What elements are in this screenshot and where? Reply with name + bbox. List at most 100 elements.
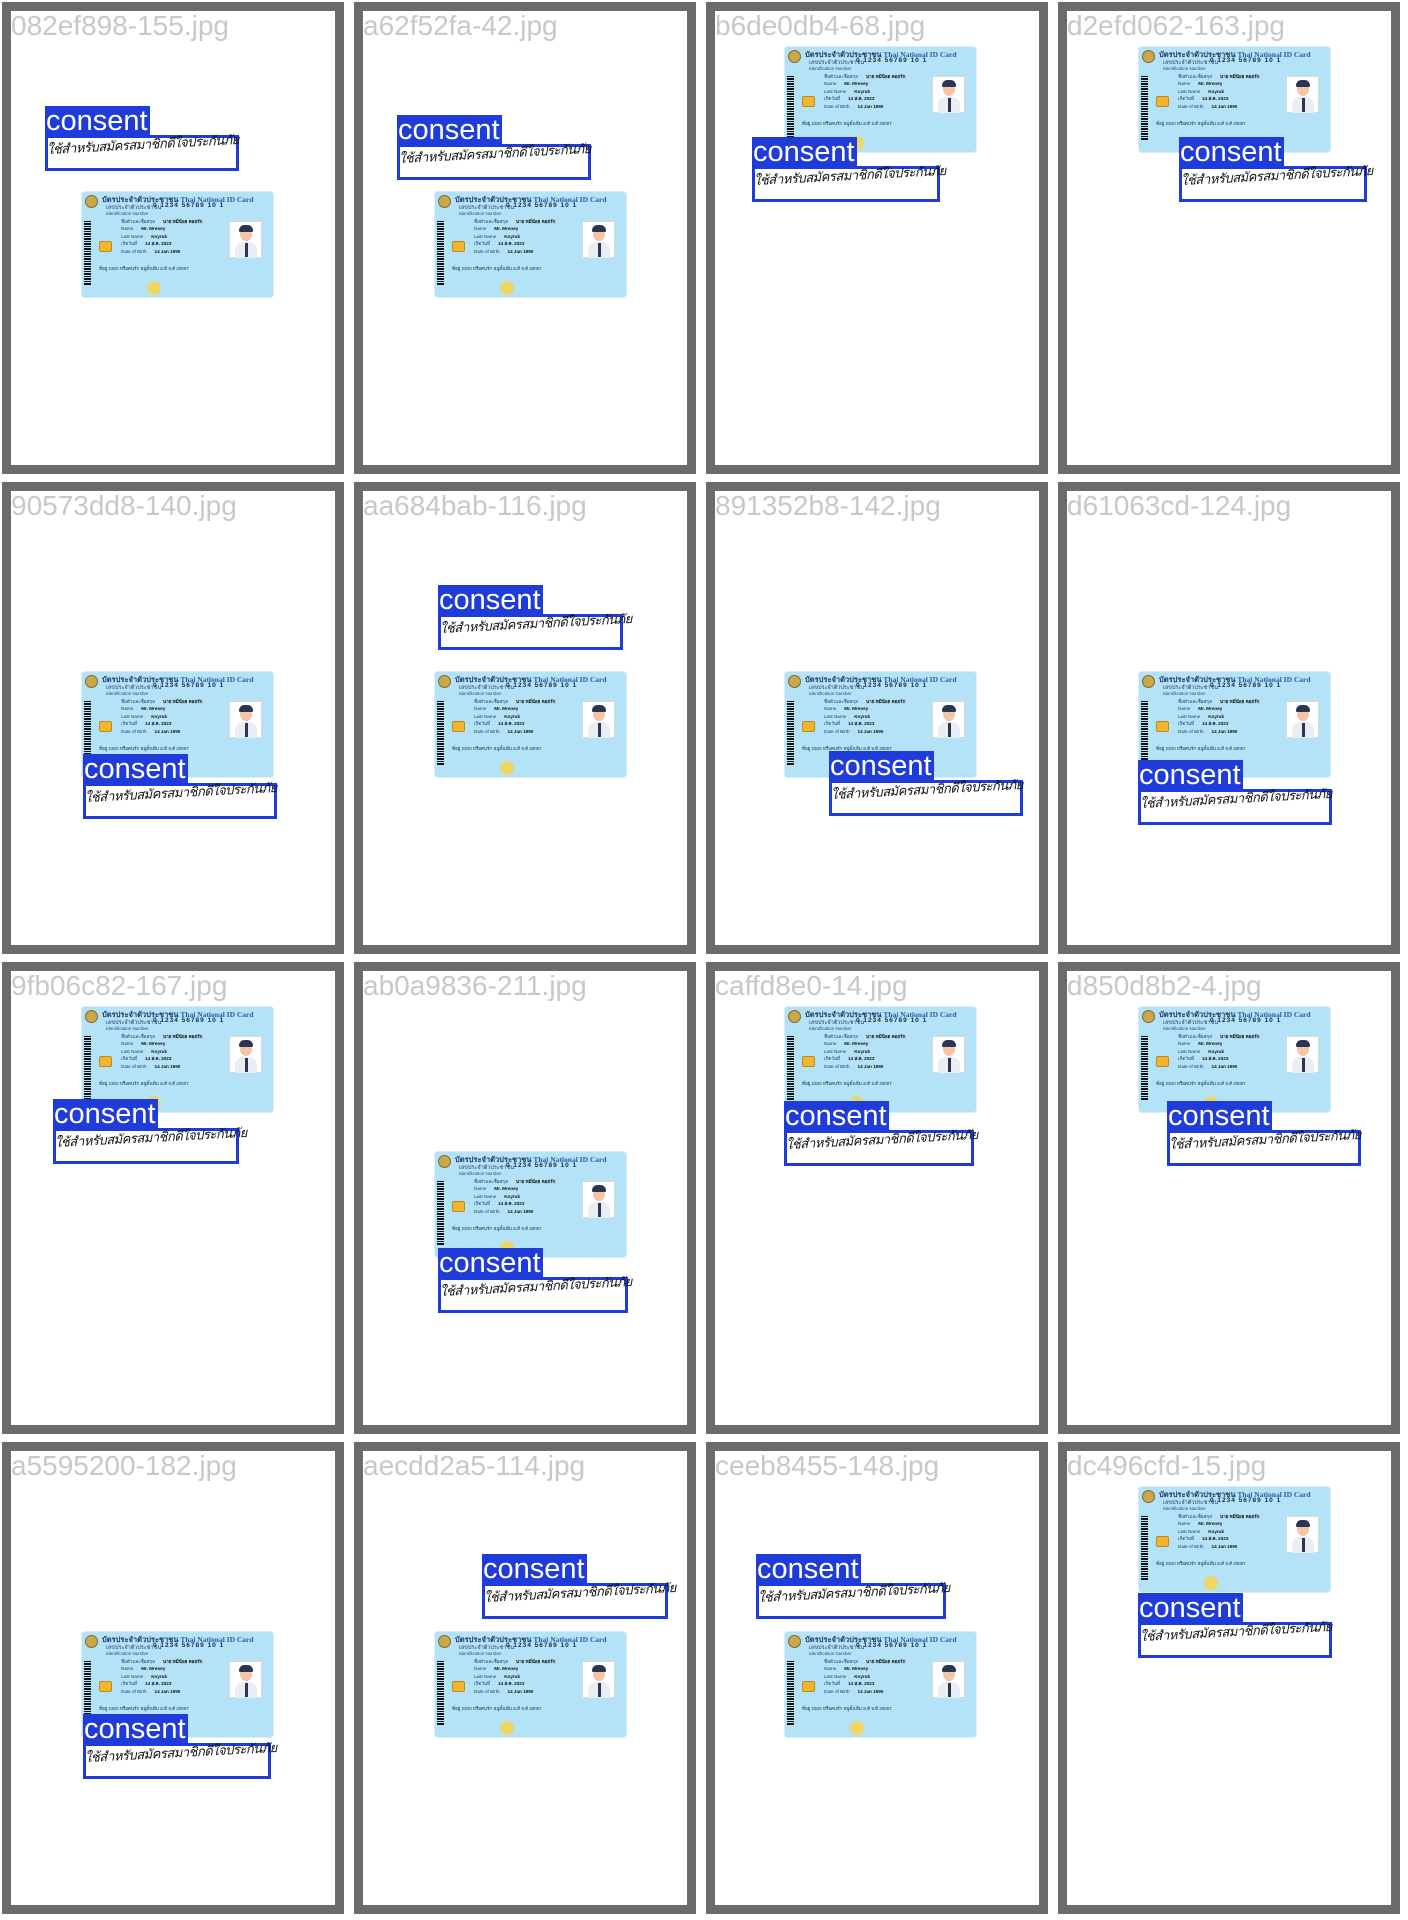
image-grid: บัตรประจำตัวประชาชน Thai National ID Car…	[0, 0, 1408, 1920]
card-field-label: ชื่อตัวและชื่อสกุล	[474, 699, 508, 704]
id-number-label-en: Identification Number	[106, 1651, 149, 1656]
image-tile[interactable]: บัตรประจำตัวประชาชน Thai National ID Car…	[354, 962, 696, 1434]
thai-id-card: บัตรประจำตัวประชาชน Thai National ID Car…	[784, 1631, 977, 1738]
id-number: 0 1234 56789 10 1	[856, 1017, 928, 1024]
card-field-label: Name	[824, 81, 837, 87]
card-field: เกิดวันที่ 14 ส.ค. 2023	[474, 720, 574, 727]
card-field-value: นาย หมีน้อย คอยรัก	[1219, 1514, 1260, 1519]
id-number-label-en: Identification Number	[1163, 1506, 1206, 1511]
portrait-hair	[592, 705, 606, 712]
card-fields: ชื่อตัวและชื่อสกุล นาย หมีน้อย คอยรัก Name…	[121, 1033, 221, 1070]
card-field: ชื่อตัวและชื่อสกุล นาย หมีน้อย คอยรัก	[824, 1033, 924, 1040]
portrait-photo	[1286, 76, 1319, 113]
card-field: Name Mr. Mreoey	[121, 1040, 221, 1047]
card-field: Name Mr. Mreoey	[824, 705, 924, 712]
card-address: ที่อยู่ 2300 หรือคนรัก หมู่ดั้งเดิม อ.ดี…	[99, 746, 189, 751]
card-field-label: Last Name	[1178, 1048, 1201, 1054]
card-field-value: 14 Jan 1990	[154, 1688, 181, 1694]
garuda-emblem-icon	[1142, 1010, 1155, 1023]
card-field: ชื่อตัวและชื่อสกุล นาย หมีน้อย คอยรัก	[474, 1658, 574, 1665]
card-field-value: นาย หมีน้อย คอยรัก	[162, 1659, 203, 1664]
card-field: Name Mr. Mreoey	[121, 705, 221, 712]
card-field-label: Date of Birth	[824, 103, 850, 109]
image-tile[interactable]: บัตรประจำตัวประชาชน Thai National ID Car…	[1058, 482, 1400, 954]
image-tile[interactable]: บัตรประจำตัวประชาชน Thai National ID Car…	[1058, 1442, 1400, 1914]
card-field: Last Name Koyruk	[121, 1673, 221, 1680]
image-tile[interactable]: บัตรประจำตัวประชาชน Thai National ID Car…	[354, 1442, 696, 1914]
id-number-label-en: Identification Number	[459, 1171, 502, 1176]
card-field-label: ชื่อตัวและชื่อสกุล	[1178, 74, 1212, 79]
consent-label: consent	[784, 1100, 889, 1132]
card-field-label: เกิดวันที่	[824, 96, 841, 102]
image-tile[interactable]: บัตรประจำตัวประชาชน Thai National ID Car…	[354, 2, 696, 474]
card-field-label: เกิดวันที่	[121, 721, 138, 727]
card-field-value: Koyruk	[1208, 88, 1225, 94]
image-tile[interactable]: บัตรประจำตัวประชาชน Thai National ID Car…	[2, 962, 344, 1434]
portrait-photo	[229, 1036, 262, 1073]
portrait-hair	[942, 1040, 956, 1047]
card-field-value: 14 ส.ค. 2023	[1202, 96, 1229, 102]
image-tile[interactable]: บัตรประจำตัวประชาชน Thai National ID Car…	[354, 482, 696, 954]
image-tile[interactable]: บัตรประจำตัวประชาชน Thai National ID Car…	[706, 1442, 1048, 1914]
card-field-label: Name	[474, 1186, 487, 1192]
image-tile[interactable]: บัตรประจำตัวประชาชน Thai National ID Car…	[2, 1442, 344, 1914]
id-number: 0 1234 56789 10 1	[153, 202, 225, 209]
card-field: Name Mr. Mreoey	[474, 1665, 574, 1672]
card-field-label: Last Name	[121, 713, 144, 719]
garuda-emblem-icon	[788, 50, 801, 63]
card-field-value: 14 Jan 1990	[507, 1688, 534, 1694]
card-field-value: 14 Jan 1990	[507, 248, 534, 254]
image-tile[interactable]: บัตรประจำตัวประชาชน Thai National ID Car…	[706, 2, 1048, 474]
card-field-value: 14 ส.ค. 2023	[145, 1681, 172, 1687]
card-field-value: Mr. Mreoey	[844, 81, 869, 87]
thai-id-card: บัตรประจำตัวประชาชน Thai National ID Car…	[784, 1006, 977, 1113]
card-field: Last Name Koyruk	[1178, 1528, 1278, 1535]
card-field-label: Last Name	[474, 233, 497, 239]
portrait-photo	[1286, 1036, 1319, 1073]
card-field-value: นาย หมีน้อย คอยรัก	[162, 1034, 203, 1039]
card-field: ชื่อตัวและชื่อสกุล นาย หมีน้อย คอยรัก	[121, 1658, 221, 1665]
id-number: 0 1234 56789 10 1	[506, 202, 578, 209]
card-field-value: Koyruk	[1208, 1048, 1225, 1054]
card-field-label: Last Name	[121, 1048, 144, 1054]
image-tile[interactable]: บัตรประจำตัวประชาชน Thai National ID Car…	[2, 482, 344, 954]
card-field-value: 14 ส.ค. 2023	[848, 1056, 875, 1062]
seal-icon	[500, 761, 514, 775]
card-field: เกิดวันที่ 14 ส.ค. 2023	[824, 720, 924, 727]
card-fields: ชื่อตัวและชื่อสกุล นาย หมีน้อย คอยรัก Name…	[121, 1658, 221, 1695]
portrait-tie	[598, 1683, 601, 1697]
portrait-hair	[592, 1185, 606, 1192]
card-fields: ชื่อตัวและชื่อสกุล นาย หมีน้อย คอยรัก Name…	[824, 698, 924, 735]
image-tile[interactable]: บัตรประจำตัวประชาชน Thai National ID Car…	[1058, 962, 1400, 1434]
card-field-label: เกิดวันที่	[474, 1681, 491, 1687]
card-field: Last Name Koyruk	[1178, 1048, 1278, 1055]
thai-id-card: บัตรประจำตัวประชาชน Thai National ID Car…	[434, 1151, 627, 1258]
card-field-label: Name	[1178, 706, 1191, 712]
portrait-hair	[239, 225, 253, 232]
chip-icon	[452, 1681, 465, 1692]
card-field-label: เกิดวันที่	[824, 721, 841, 727]
card-address: ที่อยู่ 2300 หรือคนรัก หมู่ดั้งเดิม อ.ดี…	[452, 1226, 542, 1231]
image-tile[interactable]: บัตรประจำตัวประชาชน Thai National ID Car…	[1058, 2, 1400, 474]
consent-label: consent	[829, 750, 934, 782]
card-field-value: 14 Jan 1990	[154, 1063, 181, 1069]
card-field-label: ชื่อตัวและชื่อสกุล	[1178, 699, 1212, 704]
image-tile[interactable]: บัตรประจำตัวประชาชน Thai National ID Car…	[706, 482, 1048, 954]
image-tile[interactable]: บัตรประจำตัวประชาชน Thai National ID Car…	[2, 2, 344, 474]
tile-filename: dc496cfd-15.jpg	[1067, 1450, 1267, 1481]
portrait-hair	[1296, 1520, 1310, 1527]
garuda-emblem-icon	[85, 1635, 98, 1648]
card-field: Last Name Koyruk	[824, 1048, 924, 1055]
image-tile[interactable]: บัตรประจำตัวประชาชน Thai National ID Car…	[706, 962, 1048, 1434]
card-field-label: ชื่อตัวและชื่อสกุล	[121, 699, 155, 704]
portrait-hair	[942, 80, 956, 87]
consent-label: consent	[438, 1247, 543, 1279]
card-field-label: Name	[121, 1666, 134, 1672]
card-field-value: Mr. Mreoey	[844, 706, 869, 712]
portrait-hair	[239, 1665, 253, 1672]
card-field: ชื่อตัวและชื่อสกุล นาย หมีน้อย คอยรัก	[121, 1033, 221, 1040]
card-fields: ชื่อตัวและชื่อสกุล นาย หมีน้อย คอยรัก Name…	[824, 73, 924, 110]
tile-filename: ab0a9836-211.jpg	[363, 970, 587, 1001]
consent-label: consent	[1138, 759, 1243, 791]
card-field-label: เกิดวันที่	[824, 1681, 841, 1687]
